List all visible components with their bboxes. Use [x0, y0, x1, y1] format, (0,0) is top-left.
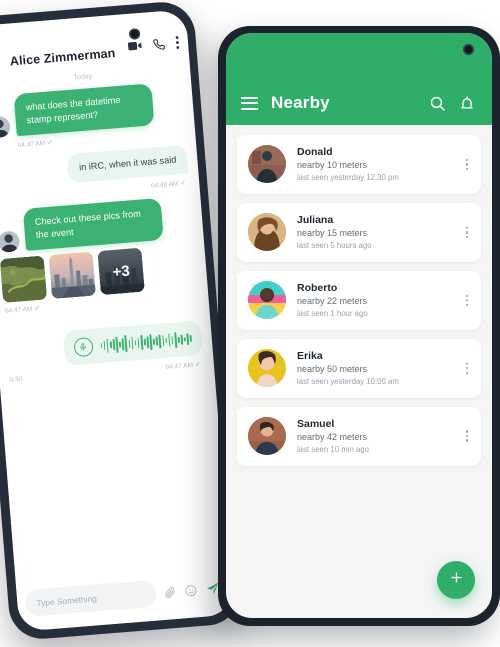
list-item-text: Erika nearby 50 meters last seen yesterd… — [297, 349, 452, 388]
message-composer: Type Something — [15, 563, 234, 632]
phone-device-right: Nearby Donald nearby 10 meters last seen… — [218, 26, 500, 626]
more-vertical-icon[interactable] — [463, 225, 471, 240]
paperclip-icon[interactable] — [164, 585, 177, 598]
search-icon[interactable] — [429, 95, 446, 112]
avatar — [248, 213, 286, 252]
front-camera-punch-hole-right — [463, 44, 474, 55]
list-item[interactable]: Donald nearby 10 meters last seen yester… — [237, 135, 481, 194]
message-input-placeholder: Type Something — [36, 592, 98, 608]
mockup-stage: Alice Zimmerman Today what does the date… — [0, 0, 500, 647]
photo-thumbnail-more[interactable]: +3 — [97, 247, 145, 296]
list-item[interactable]: Roberto nearby 22 meters last seen 1 hou… — [237, 270, 481, 330]
read-tick-icon: ✓ — [46, 139, 54, 147]
add-button-fab[interactable] — [437, 561, 475, 599]
person-name: Samuel — [297, 417, 335, 430]
person-last-seen: last seen yesterday 10:00 am — [297, 376, 399, 386]
phone-icon[interactable] — [153, 38, 166, 51]
page-title: Nearby — [271, 93, 330, 112]
photo-thumbnail[interactable] — [48, 251, 96, 300]
plus-icon — [449, 570, 464, 590]
message-list: what does the datetime stamp represent? … — [0, 80, 214, 385]
more-vertical-icon[interactable] — [463, 361, 471, 376]
person-name: Juliana — [297, 213, 334, 226]
more-vertical-icon[interactable] — [463, 157, 471, 172]
avatar — [0, 230, 21, 254]
list-item-text: Donald nearby 10 meters last seen yester… — [297, 145, 452, 184]
avatar — [248, 145, 286, 184]
voice-duration: 0:30 — [9, 375, 23, 384]
person-last-seen: last seen yesterday 12:30 pm — [297, 173, 399, 183]
nearby-people-list: Donald nearby 10 meters last seen yester… — [226, 125, 492, 476]
voice-timestamp: 04:47 AM ✓ — [165, 361, 202, 371]
list-item[interactable]: Samuel nearby 42 meters last seen 10 min… — [237, 406, 481, 466]
microphone-icon[interactable] — [73, 337, 94, 358]
person-distance: nearby 50 meters — [297, 363, 368, 374]
person-name: Roberto — [297, 281, 338, 294]
list-item-text: Samuel nearby 42 meters last seen 10 min… — [297, 417, 452, 456]
list-item[interactable]: Juliana nearby 15 meters last seen 5 hou… — [237, 202, 481, 262]
message-input[interactable]: Type Something — [24, 579, 158, 618]
person-last-seen: last seen 10 min ago — [297, 444, 369, 454]
person-distance: nearby 22 meters — [297, 295, 368, 306]
avatar — [248, 417, 286, 456]
avatar — [0, 115, 11, 139]
list-item[interactable]: Erika nearby 50 meters last seen yesterd… — [237, 338, 481, 398]
person-distance: nearby 15 meters — [297, 228, 368, 239]
person-last-seen: last seen 1 hour ago — [297, 309, 368, 319]
back-arrow-icon[interactable] — [0, 54, 2, 70]
photo-thumbnail[interactable] — [0, 255, 48, 304]
person-distance: nearby 42 meters — [297, 431, 368, 442]
person-distance: nearby 10 meters — [297, 160, 368, 171]
list-item-text: Roberto nearby 22 meters last seen 1 hou… — [297, 281, 452, 320]
photo-more-count: +3 — [97, 247, 145, 296]
more-vertical-icon[interactable] — [175, 36, 180, 49]
more-vertical-icon[interactable] — [463, 293, 471, 308]
chat-contact-name: Alice Zimmerman — [9, 45, 116, 69]
person-name: Erika — [297, 349, 323, 362]
avatar — [248, 281, 286, 320]
list-item-text: Juliana nearby 15 meters last seen 5 hou… — [297, 213, 452, 252]
more-vertical-icon[interactable] — [463, 428, 471, 443]
nearby-app-bar: Nearby — [226, 33, 492, 125]
voice-waveform — [100, 330, 193, 354]
read-tick-icon: ✓ — [194, 361, 202, 369]
emoji-smiley-icon[interactable] — [184, 584, 197, 597]
phone-device-left: Alice Zimmerman Today what does the date… — [0, 0, 243, 642]
read-tick-icon: ✓ — [34, 305, 41, 313]
hamburger-menu-icon[interactable] — [241, 96, 258, 110]
composer-actions — [163, 581, 222, 600]
video-camera-icon[interactable] — [127, 40, 143, 52]
bell-icon[interactable] — [459, 95, 475, 112]
person-name: Donald — [297, 146, 333, 158]
avatar — [248, 349, 286, 388]
chat-screen: Alice Zimmerman Today what does the date… — [0, 9, 234, 632]
nearby-screen: Nearby Donald nearby 10 meters last seen… — [226, 33, 492, 618]
person-last-seen: last seen 5 hours ago — [297, 241, 372, 251]
read-tick-icon: ✓ — [180, 179, 187, 188]
